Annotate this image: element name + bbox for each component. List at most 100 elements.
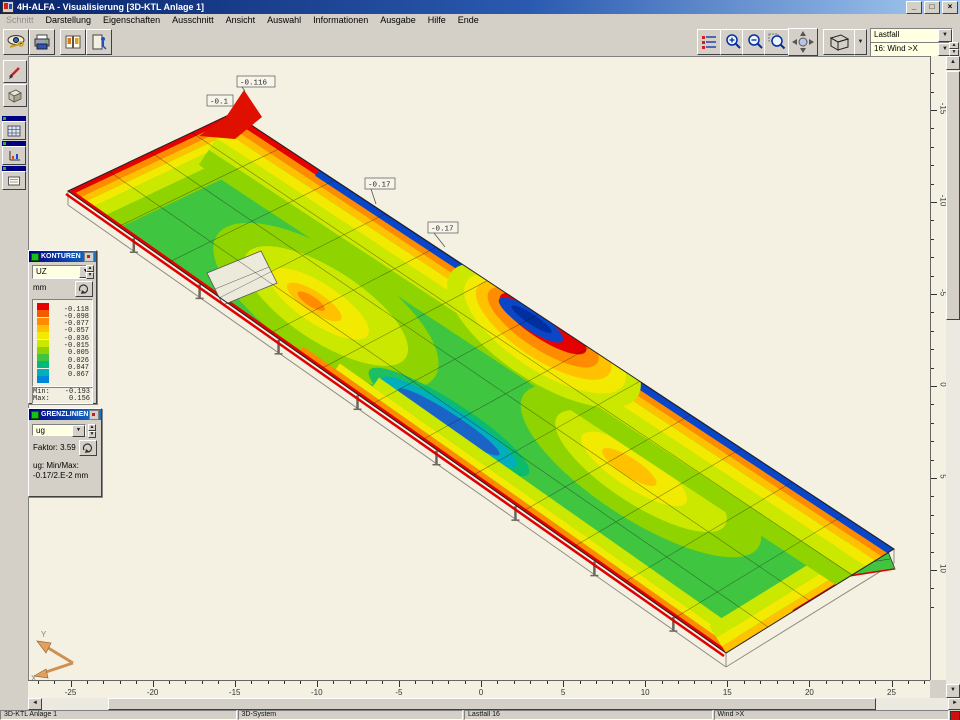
ruler-x-tick <box>251 681 252 684</box>
title-bar[interactable]: 4H-ALFA - Visualisierung [3D-KTL Anlage … <box>0 0 960 14</box>
annotation-occluded: -0.1 <box>207 95 233 107</box>
pan-control[interactable] <box>788 28 818 56</box>
menu-darstellung[interactable]: Darstellung <box>40 14 98 27</box>
ruler-y-tick <box>931 552 934 553</box>
list-panel-button[interactable] <box>2 171 26 190</box>
ruler-x-tick <box>202 681 203 684</box>
konturen-titlebar[interactable]: KONTUREN <box>29 251 96 262</box>
view-settings-button[interactable] <box>3 29 29 55</box>
scroll-left-button[interactable]: ◄ <box>28 698 42 710</box>
ruler-x-tick <box>596 681 597 684</box>
close-button[interactable]: × <box>942 1 958 14</box>
manual-button[interactable] <box>60 29 86 55</box>
ruler-x-tick <box>366 681 367 684</box>
menu-eigenschaften[interactable]: Eigenschaften <box>97 14 166 27</box>
mini-panel-list-titlebar[interactable] <box>2 166 26 171</box>
ruler-x-tick <box>415 681 416 684</box>
grenzlinien-spinner-down[interactable]: ▼ <box>88 431 96 438</box>
horizontal-scrollbar[interactable]: ◄ ► <box>28 698 960 710</box>
loadcase-spinner-up[interactable]: ▲ <box>949 42 959 49</box>
konturen-close-button[interactable] <box>84 252 94 262</box>
konturen-spinner-up[interactable]: ▲ <box>86 265 94 272</box>
ruler-x-tick <box>842 681 843 684</box>
print-button[interactable] <box>29 29 55 55</box>
window-title: 4H-ALFA - Visualisierung [3D-KTL Anlage … <box>17 2 204 12</box>
ruler-x-label: 15 <box>723 688 732 697</box>
minimize-button[interactable]: _ <box>906 1 922 14</box>
grenzlinien-quantity-arrow[interactable]: ▼ <box>72 425 85 437</box>
ruler-vertical: -15-10-50510 <box>930 56 947 680</box>
legend-max-label: Max: <box>33 395 50 403</box>
lastfall-combo[interactable]: Lastfall ▼ <box>870 28 953 43</box>
view-cube-button[interactable] <box>823 29 855 55</box>
scroll-up-button[interactable]: ▲ <box>946 56 960 70</box>
restore-button[interactable]: □ <box>924 1 940 14</box>
mesh-panel-button[interactable] <box>2 121 26 140</box>
vertical-scroll-thumb[interactable] <box>946 71 960 320</box>
app-icon <box>2 1 14 13</box>
chart-axes-icon <box>7 150 21 162</box>
menu-hilfe[interactable]: Hilfe <box>422 14 452 27</box>
legend-swatch <box>37 354 49 361</box>
faktor-value: 3.59 <box>60 443 76 452</box>
chart-panel-button[interactable] <box>2 146 26 165</box>
menu-ende[interactable]: Ende <box>452 14 485 27</box>
ruler-x-tick <box>399 681 400 687</box>
grenzlinien-spinner[interactable]: ▲ ▼ <box>88 424 96 436</box>
ruler-x-tick <box>694 681 695 684</box>
mini-panel-chart-titlebar[interactable] <box>2 141 26 146</box>
konturen-refresh-button[interactable] <box>75 281 93 297</box>
mini-panel-list[interactable] <box>2 166 26 190</box>
ruler-y-tick <box>931 147 934 148</box>
tree-list-icon <box>701 33 719 51</box>
ruler-x-tick <box>465 681 466 684</box>
menu-ausgabe[interactable]: Ausgabe <box>374 14 422 27</box>
mini-panel-mesh-titlebar[interactable] <box>2 116 26 121</box>
ruler-x-tick <box>908 681 909 684</box>
grenzlinien-titlebar[interactable]: GRENZLINIEN <box>29 409 101 420</box>
ruler-x-tick <box>235 681 236 687</box>
menu-informationen[interactable]: Informationen <box>307 14 374 27</box>
exit-door-icon <box>90 33 108 51</box>
zoom-window-icon <box>768 33 786 51</box>
loadcase-combo-value: 16: Wind >X <box>874 43 918 56</box>
scroll-right-button[interactable]: ► <box>948 698 960 710</box>
ruler-y-tick <box>931 349 934 350</box>
vertical-scrollbar[interactable]: ▲ ▼ <box>946 56 960 698</box>
menu-ausschnitt[interactable]: Ausschnitt <box>166 14 220 27</box>
mini-panel-mesh[interactable] <box>2 116 26 140</box>
konturen-spinner[interactable]: ▲ ▼ <box>86 265 94 277</box>
grenzlinien-spinner-up[interactable]: ▲ <box>88 424 96 431</box>
annotation-1: -0.116 <box>237 76 275 91</box>
menu-ansicht[interactable]: Ansicht <box>220 14 262 27</box>
zoom-in-icon <box>724 33 742 51</box>
solid-view-button[interactable] <box>3 84 27 107</box>
lastfall-combo-arrow[interactable]: ▼ <box>938 29 952 42</box>
loadcase-combo[interactable]: 16: Wind >X ▼ <box>870 42 953 57</box>
menu-auswahl[interactable]: Auswahl <box>261 14 307 27</box>
refresh-icon <box>78 284 90 294</box>
konturen-spinner-down[interactable]: ▼ <box>86 272 94 279</box>
grenzlinien-close-button[interactable] <box>89 410 99 420</box>
mini-panel-chart[interactable] <box>2 141 26 165</box>
ruler-x-tick <box>54 681 55 684</box>
konturen-panel[interactable]: KONTUREN UZ ▼ ▲ ▼ mm -0.118-0.098-0.077-… <box>28 250 97 404</box>
cube-icon <box>827 32 851 52</box>
grenzlinien-refresh-button[interactable] <box>79 440 97 456</box>
horizontal-scroll-thumb[interactable] <box>108 698 876 710</box>
loadcase-spinner[interactable]: ▲ ▼ <box>949 42 959 55</box>
draw-mode-button[interactable] <box>3 60 27 83</box>
ruler-x-tick <box>514 681 515 684</box>
grenzlinien-quantity-combo[interactable]: ug ▼ <box>32 424 86 436</box>
grenzlinien-panel[interactable]: GRENZLINIEN ug ▼ ▲ ▼ Faktor: 3.59 ug: Mi… <box>28 408 102 497</box>
scroll-down-button[interactable]: ▼ <box>946 684 960 698</box>
view-cube-dropdown[interactable]: ▼ <box>854 29 867 55</box>
konturen-quantity-combo[interactable]: UZ ▼ <box>32 265 93 279</box>
viewport-3d[interactable]: -0.1 -0.116 -0.17 -0.17 <box>28 56 930 680</box>
exit-button[interactable] <box>86 29 112 55</box>
loadcase-spinner-down[interactable]: ▼ <box>949 49 959 56</box>
ruler-y-tick <box>931 73 934 74</box>
ruler-y-tick <box>931 460 934 461</box>
zoom-window-button[interactable] <box>764 29 790 55</box>
ruler-y-tick <box>931 220 934 221</box>
